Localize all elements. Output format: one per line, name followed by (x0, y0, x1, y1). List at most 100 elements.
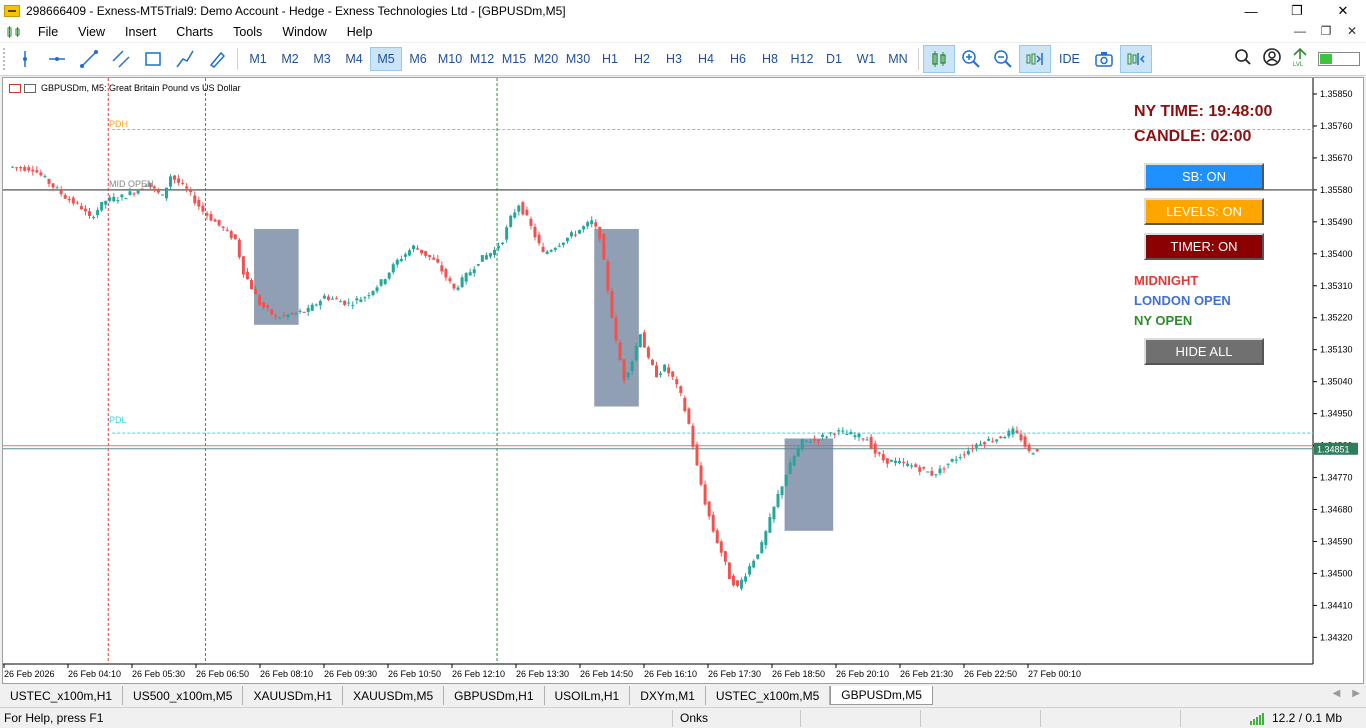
menu-insert[interactable]: Insert (115, 25, 166, 39)
timeframe-m4[interactable]: M4 (338, 47, 370, 71)
hide-all-button[interactable]: HIDE ALL (1144, 338, 1264, 365)
x-tick-label: 26 Feb 2026 (4, 669, 55, 679)
candle-body (1003, 436, 1007, 439)
chart-minimize-button[interactable]: — (1294, 24, 1306, 38)
candle-body (274, 315, 278, 317)
timeframe-m1[interactable]: M1 (242, 47, 274, 71)
chart-menu-icon[interactable] (9, 83, 21, 93)
menu-file[interactable]: File (28, 25, 68, 39)
timeframe-w1[interactable]: W1 (850, 47, 882, 71)
zoom-out-icon[interactable] (987, 45, 1019, 73)
timeframe-h1[interactable]: H1 (594, 47, 626, 71)
account-icon[interactable] (1262, 47, 1282, 70)
timeframe-m6[interactable]: M6 (402, 47, 434, 71)
fibonacci-tool-icon[interactable] (169, 45, 201, 73)
menu-view[interactable]: View (68, 25, 115, 39)
candle-body (873, 443, 877, 454)
auto-scroll-icon[interactable] (1019, 45, 1051, 73)
tab-ustec-h1[interactable]: USTEC_x100m,H1 (0, 686, 124, 705)
candle-body (561, 242, 565, 245)
timeframe-mn[interactable]: MN (882, 47, 914, 71)
candle-body (675, 379, 679, 385)
horizontal-line-tool-icon[interactable] (41, 45, 73, 73)
close-button[interactable]: ✕ (1320, 0, 1366, 22)
candle-body (237, 239, 241, 258)
candlestick-chart-icon[interactable] (923, 45, 955, 73)
candle-body (254, 289, 258, 295)
tab-gbpusd-m5[interactable]: GBPUSDm,M5 (830, 686, 933, 705)
search-icon[interactable] (1234, 48, 1252, 69)
x-tick-label: 27 Feb 00:10 (1028, 669, 1081, 679)
signal-level-icon[interactable]: LVL (1292, 47, 1308, 70)
sb-toggle-button[interactable]: SB: ON (1144, 163, 1264, 190)
vertical-line-tool-icon[interactable] (9, 45, 41, 73)
candle-body (509, 215, 513, 227)
timeframe-m5[interactable]: M5 (370, 47, 402, 71)
candle-body (1007, 430, 1011, 437)
timeframe-m10[interactable]: M10 (434, 47, 466, 71)
chart-object-icon[interactable] (24, 83, 36, 93)
chart-window[interactable]: 1.35850 1.35760 1.35670 1.35580 1.35490 1.354… (2, 77, 1364, 684)
minimize-button[interactable]: — (1228, 0, 1274, 22)
status-profile[interactable]: Onks (680, 711, 708, 725)
menu-charts[interactable]: Charts (166, 25, 223, 39)
x-tick-label: 26 Feb 09:30 (324, 669, 377, 679)
candle-body (687, 408, 691, 424)
chart-shift-icon[interactable] (1119, 45, 1152, 73)
timeframe-m2[interactable]: M2 (274, 47, 306, 71)
candle-body (35, 170, 39, 173)
timeframe-m30[interactable]: M30 (562, 47, 594, 71)
candle-body (788, 462, 792, 474)
candle-body (432, 257, 436, 260)
tab-gbpusd-h1[interactable]: GBPUSDm,H1 (444, 686, 545, 705)
timeframe-m12[interactable]: M12 (466, 47, 498, 71)
text-tool-icon[interactable] (201, 45, 233, 73)
timer-toggle-button[interactable]: TIMER: ON (1144, 233, 1264, 260)
candle-body (792, 455, 796, 466)
candle-body (914, 464, 918, 468)
timeframe-h4[interactable]: H4 (690, 47, 722, 71)
timeframe-h3[interactable]: H3 (658, 47, 690, 71)
restore-button[interactable]: ❐ (1274, 0, 1320, 22)
trendline-tool-icon[interactable] (73, 45, 105, 73)
timeframe-d1[interactable]: D1 (818, 47, 850, 71)
zoom-in-icon[interactable] (955, 45, 987, 73)
timeframe-h6[interactable]: H6 (722, 47, 754, 71)
candle-body (529, 218, 533, 226)
tabs-scroll-left-icon[interactable]: ◀ (1333, 688, 1341, 699)
candle-body (262, 302, 266, 308)
tab-dxy-m1[interactable]: DXYm,M1 (630, 686, 706, 705)
tabs-scroll-right-icon[interactable]: ▶ (1352, 688, 1360, 699)
chart-close-button[interactable]: ✕ (1346, 24, 1358, 38)
screenshot-icon[interactable] (1088, 45, 1120, 73)
timeframe-m15[interactable]: M15 (498, 47, 530, 71)
tab-ustec-m5[interactable]: USTEC_x100m,M5 (706, 686, 831, 705)
y-tick-label: 1.34770 (1320, 473, 1353, 483)
tab-xauusd-m5[interactable]: XAUUSDm,M5 (343, 686, 445, 705)
levels-toggle-button[interactable]: LEVELS: ON (1144, 198, 1264, 225)
timeframe-h2[interactable]: H2 (626, 47, 658, 71)
x-tick-label: 26 Feb 12:10 (452, 669, 505, 679)
candle-body (671, 371, 675, 377)
timeframe-h12[interactable]: H12 (786, 47, 818, 71)
ide-button[interactable]: IDE (1051, 52, 1088, 66)
candle-body (691, 425, 695, 447)
menu-window[interactable]: Window (272, 25, 336, 39)
menu-tools[interactable]: Tools (223, 25, 272, 39)
chart-restore-button[interactable]: ❐ (1320, 24, 1332, 38)
tab-us500-m5[interactable]: US500_x100m,M5 (123, 686, 244, 705)
candle-body (403, 254, 407, 257)
status-divider (1040, 710, 1041, 727)
timeframe-m20[interactable]: M20 (530, 47, 562, 71)
timeframe-h8[interactable]: H8 (754, 47, 786, 71)
candle-body (898, 460, 901, 464)
candle-body (760, 542, 764, 554)
tab-usoil-h1[interactable]: USOILm,H1 (545, 686, 631, 705)
rectangle-tool-icon[interactable] (137, 45, 169, 73)
channel-tool-icon[interactable] (105, 45, 137, 73)
timeframe-m3[interactable]: M3 (306, 47, 338, 71)
candle-body (837, 430, 841, 432)
tab-xauusd-h1[interactable]: XAUUSDm,H1 (243, 686, 344, 705)
menu-help[interactable]: Help (337, 25, 383, 39)
chart-window-icon[interactable] (6, 25, 22, 39)
